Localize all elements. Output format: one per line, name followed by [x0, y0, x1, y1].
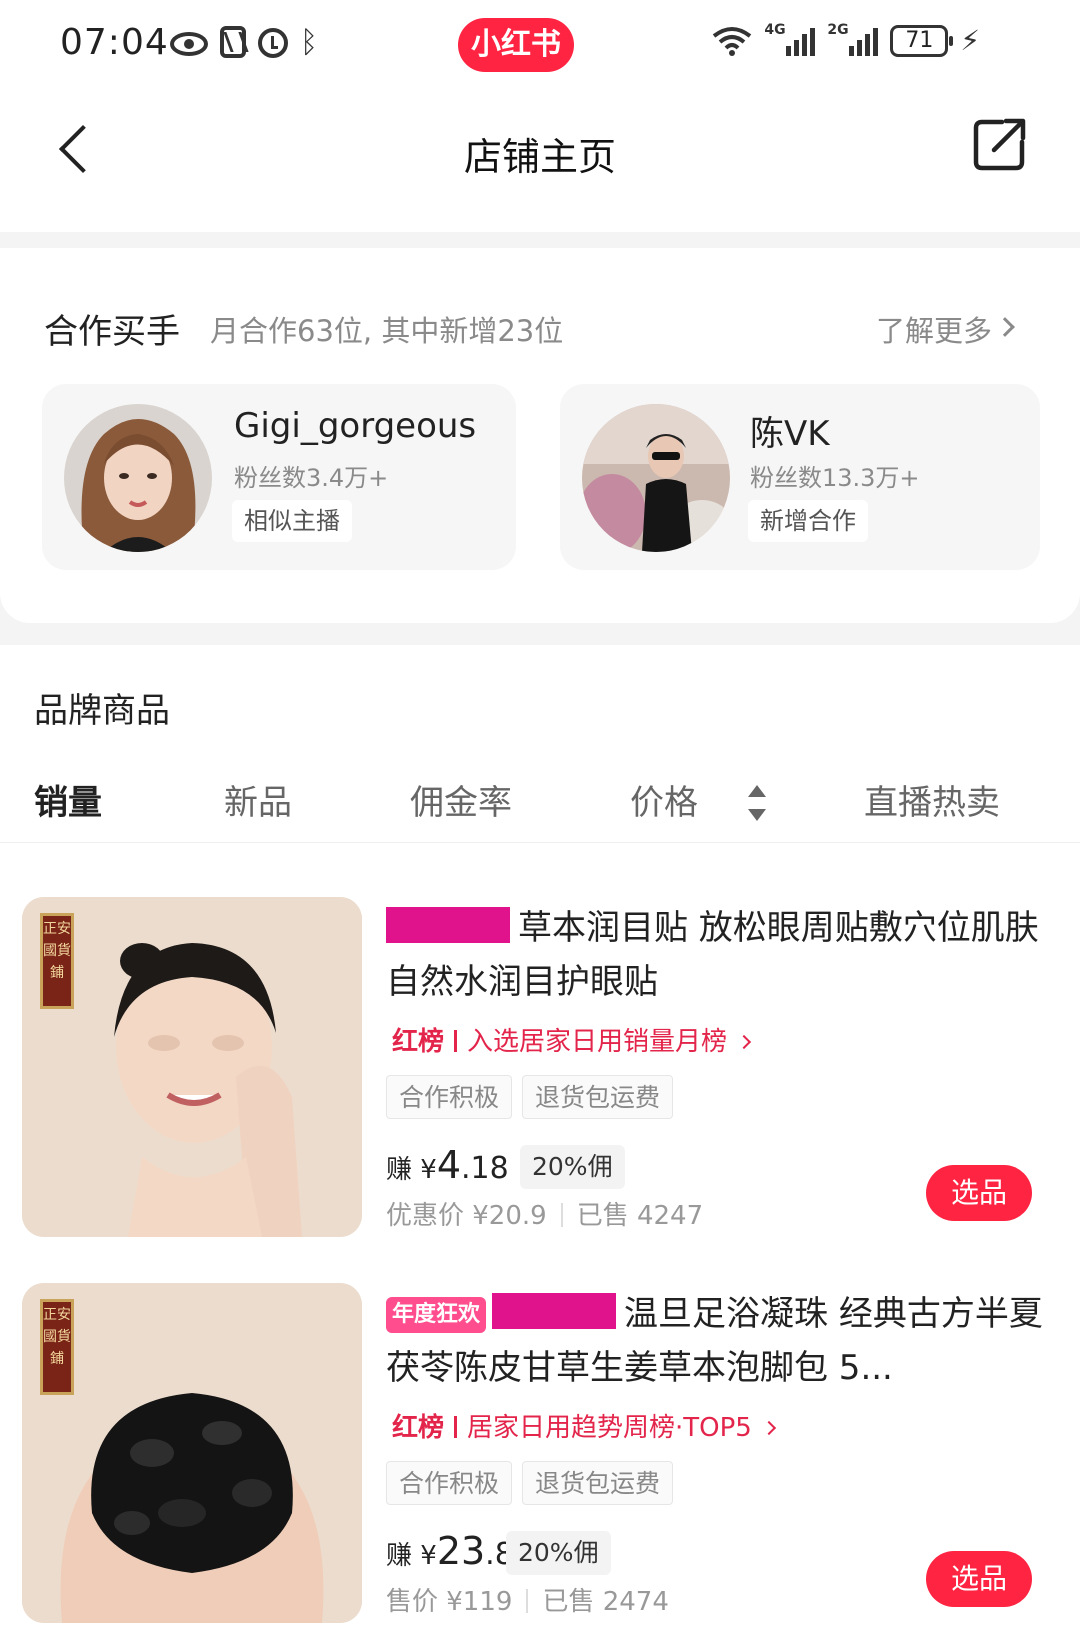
product-tag: 退货包运费: [522, 1075, 674, 1119]
share-icon: [973, 118, 1026, 171]
product-price: 优惠价 ¥20.9: [386, 1201, 547, 1231]
buyer-card[interactable]: Gigi_gorgeous 粉丝数3.4万+ 相似主播: [42, 384, 516, 570]
tab-live-hot[interactable]: 直播热卖: [864, 763, 1000, 843]
page-title: 店铺主页: [463, 135, 616, 179]
promo-tag: 年度狂欢: [386, 1297, 487, 1333]
buyer-name: Gigi_gorgeous: [234, 406, 477, 446]
product-image: 正安國貨鋪: [22, 897, 362, 1237]
product-tag: 合作积极: [386, 1075, 513, 1119]
product-meta: 售价 ¥119 已售 2474: [386, 1581, 669, 1618]
battery-icon: 71: [890, 24, 954, 57]
redacted-brand: [492, 1293, 617, 1329]
product-meta: 优惠价 ¥20.9 已售 4247: [386, 1195, 703, 1232]
product-tags: 合作积极 退货包运费: [386, 1461, 674, 1505]
tab-commission-rate[interactable]: 佣金率: [410, 763, 512, 843]
avatar: [64, 404, 212, 552]
buyers-subtitle: 月合作63位, 其中新增23位: [210, 314, 564, 348]
eye-icon: [170, 32, 208, 56]
product-tag: 退货包运费: [522, 1461, 674, 1505]
buyer-card[interactable]: 陈VK 粉丝数13.3万+ 新增合作: [560, 384, 1040, 570]
rank-badge[interactable]: 红榜 居家日用趋势周榜·TOP5: [392, 1407, 776, 1444]
buyer-tag: 相似主播: [232, 500, 352, 542]
product-tag: 合作积极: [386, 1461, 513, 1505]
nav-bar: 店铺主页: [0, 92, 1080, 232]
tab-price[interactable]: 价格: [630, 763, 698, 843]
earn-amount: 赚 ¥23.8: [386, 1529, 514, 1573]
product-title: 年度狂欢 温旦足浴凝珠 经典古方半夏茯苓陈皮甘草生姜草本泡脚包 5...: [386, 1293, 1043, 1388]
buyer-name: 陈VK: [750, 414, 830, 454]
product-tags: 合作积极 退货包运费: [386, 1075, 674, 1119]
nfc-icon: [220, 26, 246, 58]
signal-2g-label: 2G: [827, 21, 849, 38]
product-price: 售价 ¥119: [386, 1587, 513, 1617]
select-product-button[interactable]: 选品: [926, 1165, 1032, 1221]
product-title: 草本润目贴 放松眼周贴敷穴位肌肤 自然水润目护眼贴: [386, 907, 1039, 1002]
chevron-right-icon: [736, 1034, 752, 1050]
status-icons-left: ᛒ: [170, 26, 318, 60]
alarm-icon: [258, 28, 288, 58]
wifi-icon: [713, 26, 752, 56]
chevron-right-icon: [761, 1420, 776, 1436]
chevron-right-icon: [995, 317, 1015, 337]
signal-4g-icon: 4G: [764, 22, 816, 56]
product-sold: 已售 4247: [576, 1201, 704, 1231]
product-image: 正安國貨鋪: [22, 1283, 362, 1623]
buyer-fans: 粉丝数3.4万+: [234, 464, 389, 492]
product-item[interactable]: 正安國貨鋪 年度狂欢 温旦足浴凝珠 经典古方半夏茯苓陈皮甘草生姜草本泡脚包 5..…: [0, 1283, 1080, 1643]
brand-seal: 正安國貨鋪: [40, 1299, 74, 1395]
tab-new[interactable]: 新品: [224, 763, 292, 843]
sort-arrows-icon: [746, 783, 766, 823]
rank-badge[interactable]: 红榜 入选居家日用销量月榜: [392, 1021, 752, 1058]
buyers-title: 合作买手: [44, 312, 180, 352]
commission-badge: 20%佣: [520, 1145, 625, 1189]
status-icons-right: 4G 2G 71 ⚡: [712, 22, 980, 57]
avatar: [582, 404, 730, 552]
signal-2g-icon: 2G: [827, 22, 879, 56]
product-item[interactable]: 正安國貨鋪 草本润目贴 放松眼周贴敷穴位肌肤 自然水润目护眼贴 红榜 入选居家日用…: [0, 897, 1080, 1257]
status-bar: 07:04 ᛒ 小红书 4G 2G 71 ⚡: [0, 0, 1080, 92]
brand-seal: 正安國貨鋪: [40, 913, 74, 1009]
share-button[interactable]: [972, 116, 1028, 172]
section-title: 品牌商品: [34, 691, 170, 731]
sort-tabs: 销量 新品 佣金率 价格 直播热卖: [0, 763, 1080, 843]
bluetooth-icon: ᛒ: [300, 25, 318, 60]
buyer-fans: 粉丝数13.3万+: [750, 464, 920, 492]
buyer-tag: 新增合作: [748, 500, 868, 542]
select-product-button[interactable]: 选品: [926, 1551, 1032, 1607]
status-time: 07:04: [60, 22, 169, 63]
brand-products: 品牌商品 销量 新品 佣金率 价格 直播热卖 正安國貨鋪 草本润目贴 放松眼周贴…: [0, 645, 1080, 1643]
product-sold: 已售 2474: [542, 1587, 669, 1617]
earn-amount: 赚 ¥4.18: [386, 1143, 509, 1187]
charging-icon: ⚡: [960, 24, 980, 57]
learn-more-link[interactable]: 了解更多: [876, 308, 992, 350]
commission-badge: 20%佣: [506, 1531, 611, 1575]
signal-4g-label: 4G: [764, 21, 786, 38]
cooperating-buyers-card: 合作买手 月合作63位, 其中新增23位 了解更多 Gigi_gorgeous …: [0, 248, 1080, 623]
redacted-brand: [386, 907, 510, 943]
app-logo: 小红书: [458, 18, 574, 72]
tab-sales[interactable]: 销量: [34, 763, 102, 843]
